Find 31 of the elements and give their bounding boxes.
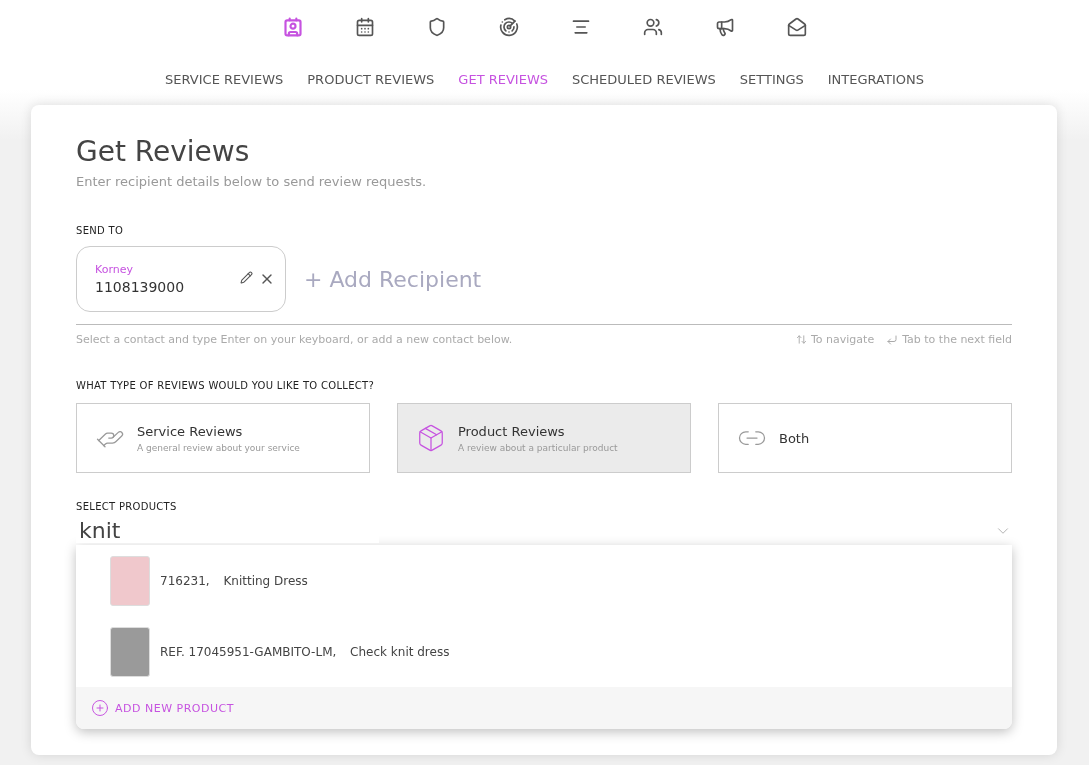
product-option[interactable]: REF. 17045951-GAMBITO-LM, Check knit dress	[76, 616, 1012, 687]
recipient-chip[interactable]: Korney 1108139000	[76, 246, 286, 312]
page-subtitle: Enter recipient details below to send review requests.	[76, 174, 428, 189]
nav-tab[interactable]: GET REVIEWS	[458, 72, 548, 87]
product-name: Check knit dress	[349, 644, 450, 659]
product-option[interactable]: 716231, Knitting Dress	[76, 545, 1012, 616]
recipient-phone: 1108139000	[95, 279, 185, 295]
option-description: A review about a particular product	[458, 442, 618, 453]
option-description: A general review about your service	[137, 442, 300, 453]
section-label: WHAT TYPE OF REVIEWS WOULD YOU LIKE TO COLLECT?	[76, 380, 376, 391]
review-type-option[interactable]: Both	[718, 403, 1012, 473]
nav-tab[interactable]: INTEGRATIONS	[827, 72, 924, 87]
hint-text: To navigate	[811, 333, 875, 346]
product-code: 716231,	[160, 573, 210, 588]
nav-tab[interactable]: SCHEDULED REVIEWS	[572, 72, 716, 87]
option-title: Service Reviews	[137, 423, 244, 439]
option-title: Product Reviews	[458, 423, 566, 439]
option-title: Both	[779, 430, 810, 446]
section-label: SEND TO	[76, 225, 125, 236]
product-code: REF. 17045951-GAMBITO-LM,	[160, 644, 337, 659]
product-name: Knitting Dress	[222, 573, 308, 588]
page-title: Get Reviews	[76, 135, 251, 168]
nav-tab[interactable]: SETTINGS	[739, 72, 804, 87]
nav-tab[interactable]: PRODUCT REVIEWS	[307, 72, 435, 87]
recipient-name: Korney	[95, 263, 134, 276]
review-type-option[interactable]: Product Reviews A review about a particular product	[397, 403, 691, 473]
section-label: SELECT PRODUCTS	[76, 501, 178, 512]
hint-text: Tab to the next field	[902, 333, 1012, 346]
hint-text: Select a contact and type Enter on your keyboard, or add a new contact below.	[76, 333, 513, 346]
nav-tab[interactable]: SERVICE REVIEWS	[165, 72, 284, 87]
review-type-option[interactable]: Service Reviews A general review about your service	[76, 403, 370, 473]
